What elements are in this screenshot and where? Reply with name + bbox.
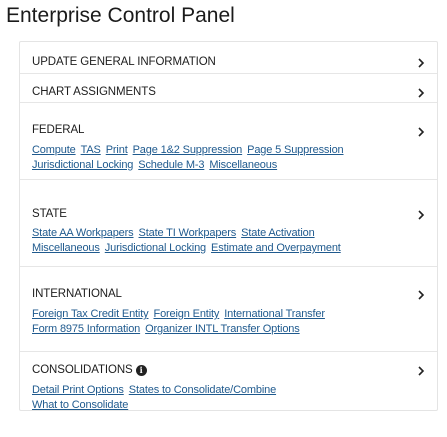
state-links: State AA Workpapers State TI Workpapers St…: [32, 223, 412, 254]
section-update-general-label: UPDATE GENERAL INFORMATION: [32, 56, 216, 68]
page-title: Enterprise Control Panel: [6, 4, 235, 27]
section-chart-assignments[interactable]: CHART ASSIGNMENTS: [20, 74, 437, 103]
link-what-to-consolidate[interactable]: What to Consolidate: [32, 399, 128, 411]
section-consolidations: CONSOLIDATIONS i Detail Print Options Stat…: [20, 352, 437, 412]
link-estimate-and-overpayment[interactable]: Estimate and Overpayment: [211, 242, 341, 254]
section-state: STATE State AA Workpapers State TI Workpa…: [20, 180, 437, 267]
section-update-general[interactable]: UPDATE GENERAL INFORMATION: [20, 42, 437, 74]
link-miscellaneous[interactable]: Miscellaneous: [32, 242, 100, 254]
consolidations-links: Detail Print Options States to Consolidat…: [32, 380, 412, 411]
link-miscellaneous[interactable]: Miscellaneous: [209, 159, 277, 171]
section-international: INTERNATIONAL Foreign Tax Credit Entity F…: [20, 267, 437, 352]
section-state-label: STATE: [32, 208, 67, 220]
federal-links: Compute TAS Print Page 1&2 Suppression Page …: [32, 140, 412, 171]
international-links: Foreign Tax Credit Entity Foreign Entity I…: [32, 304, 412, 335]
link-form-8975-information[interactable]: Form 8975 Information: [32, 323, 140, 335]
chevron-right-icon[interactable]: [415, 364, 427, 378]
section-federal-label: FEDERAL: [32, 124, 85, 136]
link-jurisdictional-locking[interactable]: Jurisdictional Locking: [105, 242, 206, 254]
section-federal: FEDERAL Compute TAS Print Page 1&2 Suppress…: [20, 103, 437, 180]
control-panel: UPDATE GENERAL INFORMATION CHART ASSIGNM…: [19, 41, 438, 411]
section-consolidations-label: CONSOLIDATIONS i: [32, 364, 147, 376]
chevron-right-icon[interactable]: [415, 208, 427, 222]
link-schedule-m3[interactable]: Schedule M-3: [138, 159, 204, 171]
link-jurisdictional-locking[interactable]: Jurisdictional Locking: [32, 159, 133, 171]
consolidations-label-text: CONSOLIDATIONS: [32, 364, 133, 376]
chevron-right-icon[interactable]: [415, 125, 427, 139]
chevron-right-icon[interactable]: [415, 288, 427, 302]
link-states-to-consolidate-combine[interactable]: States to Consolidate/Combine: [129, 384, 276, 396]
info-circle-icon[interactable]: i: [135, 365, 147, 376]
chevron-right-icon[interactable]: [415, 86, 427, 100]
chevron-right-icon[interactable]: [415, 56, 427, 70]
section-chart-assignments-label: CHART ASSIGNMENTS: [32, 86, 156, 98]
section-international-label: INTERNATIONAL: [32, 288, 122, 300]
link-organizer-intl-transfer-options[interactable]: Organizer INTL Transfer Options: [145, 323, 300, 335]
